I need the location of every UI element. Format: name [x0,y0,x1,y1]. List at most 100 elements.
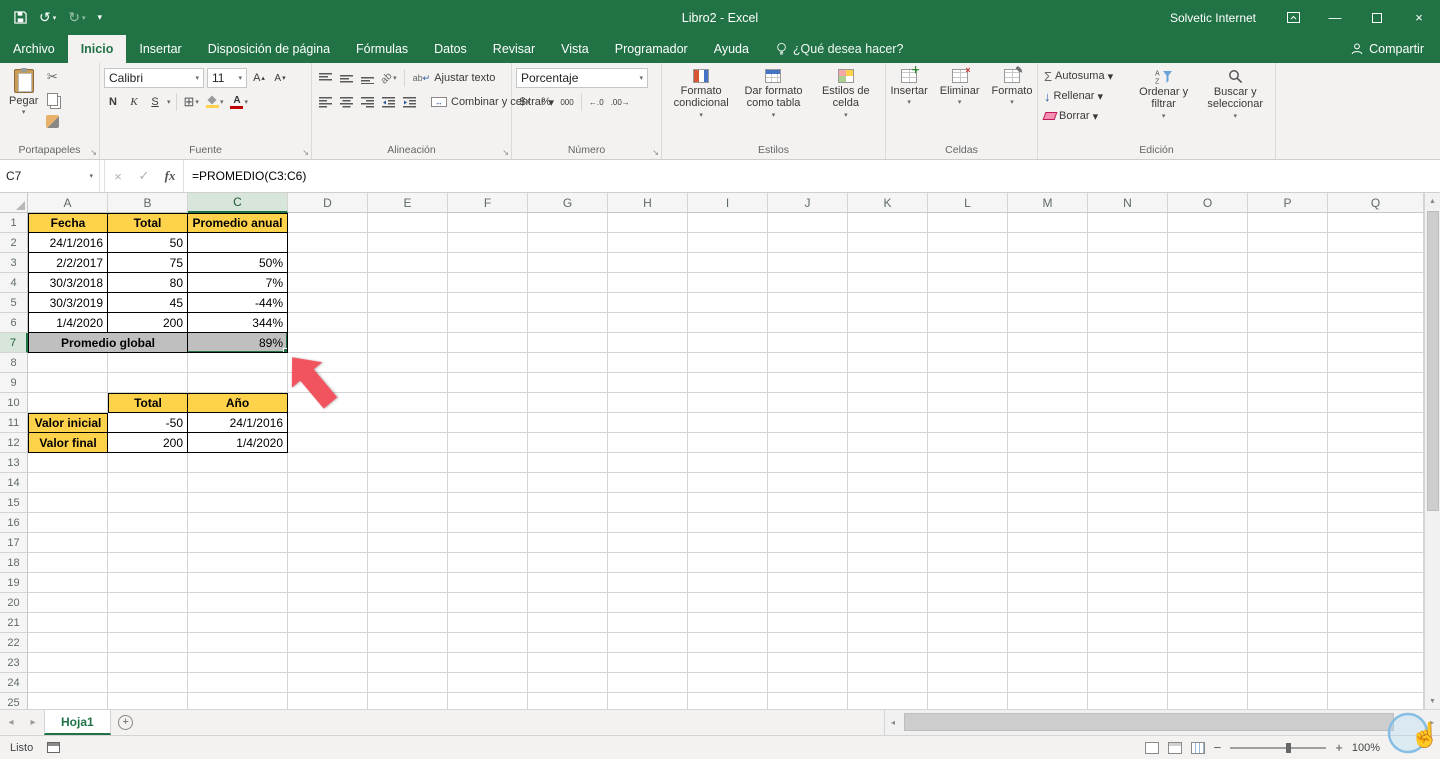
select-all-corner[interactable] [0,193,28,213]
cell-B24[interactable] [108,673,188,693]
cell-I21[interactable] [688,613,768,633]
cell-N22[interactable] [1088,633,1168,653]
cell-Q13[interactable] [1328,453,1424,473]
cell-J14[interactable] [768,473,848,493]
column-header-l[interactable]: L [928,193,1008,213]
dialog-launcher-icon[interactable]: ↘ [652,148,659,157]
row-header-23[interactable]: 23 [0,653,28,673]
cell-C3[interactable]: 50% [188,253,288,273]
cell-N3[interactable] [1088,253,1168,273]
wrap-text-button[interactable]: ab↵ Ajustar texto [410,72,499,84]
font-size-select[interactable]: 11 ▾ [207,68,247,88]
cell-styles-button[interactable]: Estilos de celda ▾ [811,66,881,119]
cell-G6[interactable] [528,313,608,333]
decrease-indent-button[interactable] [379,92,397,112]
row-header-12[interactable]: 12 [0,433,28,453]
cell-I17[interactable] [688,533,768,553]
sheet-nav-prev-icon[interactable]: ◂ [0,710,22,735]
cell-N8[interactable] [1088,353,1168,373]
horizontal-scroll-thumb[interactable] [904,713,1394,731]
vertical-scroll-thumb[interactable] [1426,211,1439,511]
sheet-nav-next-icon[interactable]: ▸ [22,710,44,735]
cell-M20[interactable] [1008,593,1088,613]
zoom-out-button[interactable]: − [1214,740,1222,755]
cell-O22[interactable] [1168,633,1248,653]
minimize-button[interactable]: — [1314,0,1356,35]
cell-L16[interactable] [928,513,1008,533]
cell-E15[interactable] [368,493,448,513]
cell-E19[interactable] [368,573,448,593]
cell-P7[interactable] [1248,333,1328,353]
cell-H6[interactable] [608,313,688,333]
macro-record-icon[interactable] [47,742,61,753]
cell-M25[interactable] [1008,693,1088,709]
cell-J6[interactable] [768,313,848,333]
number-format-select[interactable]: Porcentaje ▾ [516,68,648,88]
cell-J9[interactable] [768,373,848,393]
cell-G17[interactable] [528,533,608,553]
cell-K18[interactable] [848,553,928,573]
cell-L11[interactable] [928,413,1008,433]
cell-A9[interactable] [28,373,108,393]
cell-F12[interactable] [448,433,528,453]
cell-E24[interactable] [368,673,448,693]
cell-H24[interactable] [608,673,688,693]
cell-L20[interactable] [928,593,1008,613]
cell-Q10[interactable] [1328,393,1424,413]
cell-B22[interactable] [108,633,188,653]
cell-G15[interactable] [528,493,608,513]
cell-C21[interactable] [188,613,288,633]
cell-F25[interactable] [448,693,528,709]
cell-I25[interactable] [688,693,768,709]
row-header-2[interactable]: 2 [0,233,28,253]
cell-K5[interactable] [848,293,928,313]
cell-O20[interactable] [1168,593,1248,613]
cell-N20[interactable] [1088,593,1168,613]
cell-J24[interactable] [768,673,848,693]
column-header-n[interactable]: N [1088,193,1168,213]
cancel-formula-icon[interactable]: × [105,160,131,192]
cut-button[interactable]: ✂ [43,67,61,87]
cell-H16[interactable] [608,513,688,533]
cell-D23[interactable] [288,653,368,673]
cell-H7[interactable] [608,333,688,353]
cell-Q20[interactable] [1328,593,1424,613]
cell-I13[interactable] [688,453,768,473]
cell-O5[interactable] [1168,293,1248,313]
row-header-9[interactable]: 9 [0,373,28,393]
row-header-22[interactable]: 22 [0,633,28,653]
cell-E22[interactable] [368,633,448,653]
column-header-d[interactable]: D [288,193,368,213]
column-header-j[interactable]: J [768,193,848,213]
cell-J12[interactable] [768,433,848,453]
cell-F23[interactable] [448,653,528,673]
cell-O16[interactable] [1168,513,1248,533]
cell-D17[interactable] [288,533,368,553]
cell-I18[interactable] [688,553,768,573]
cell-G18[interactable] [528,553,608,573]
cell-I9[interactable] [688,373,768,393]
cell-G14[interactable] [528,473,608,493]
cell-G23[interactable] [528,653,608,673]
cell-L17[interactable] [928,533,1008,553]
cell-B2[interactable]: 50 [108,233,188,253]
comma-style-button[interactable]: 000 [558,92,576,112]
cell-A21[interactable] [28,613,108,633]
cell-A8[interactable] [28,353,108,373]
cell-M21[interactable] [1008,613,1088,633]
cell-M5[interactable] [1008,293,1088,313]
cell-M12[interactable] [1008,433,1088,453]
scroll-left-icon[interactable]: ◂ [885,715,901,731]
cell-N11[interactable] [1088,413,1168,433]
cell-J17[interactable] [768,533,848,553]
tab-vista[interactable]: Vista [548,35,602,63]
cell-F6[interactable] [448,313,528,333]
cell-C13[interactable] [188,453,288,473]
cell-A11[interactable]: Valor inicial [28,413,108,433]
row-header-14[interactable]: 14 [0,473,28,493]
cell-E9[interactable] [368,373,448,393]
cell-A10[interactable] [28,393,108,413]
cell-C17[interactable] [188,533,288,553]
page-layout-view-icon[interactable] [1167,741,1182,754]
find-select-button[interactable]: Buscar y seleccionar ▾ [1199,66,1271,120]
